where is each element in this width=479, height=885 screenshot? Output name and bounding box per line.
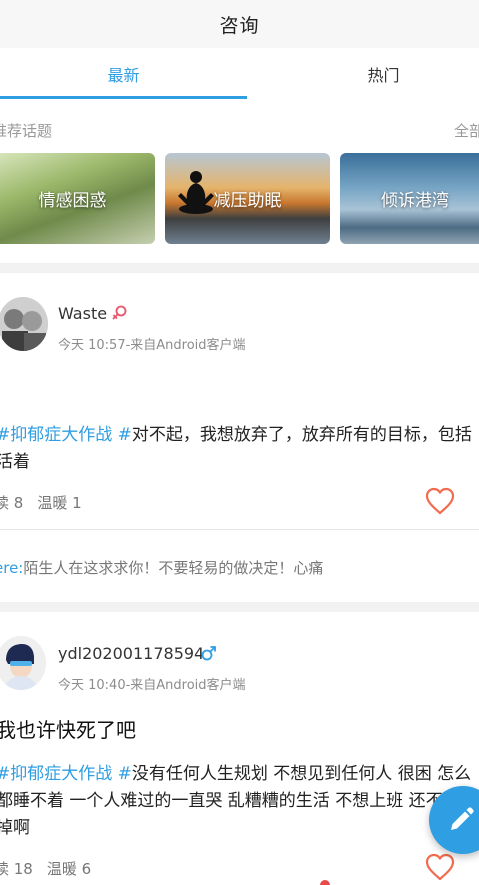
comment-text: 陌生人在这求求你！不要轻易的做决定！心痛 — [23, 559, 324, 577]
post-body[interactable]: #抑郁症大作战 #没有任何人生规划 不想见到任何人 很困 怎么都睡不着 一个人难… — [0, 761, 479, 842]
read-count: 读 18 — [0, 860, 33, 878]
post-meta: 今天 10:40-来自Android客户端 — [58, 678, 246, 693]
topic-label: 减压助眠 — [213, 191, 282, 211]
tab-hot[interactable]: 热门 — [260, 48, 479, 100]
read-count: 读 8 — [0, 494, 24, 512]
warm-count: 温暖 1 — [37, 494, 82, 512]
avatar[interactable] — [0, 297, 48, 351]
meditation-figure-icon — [178, 171, 214, 214]
post-meta: 今天 10:57-来自Android客户端 — [58, 338, 246, 353]
section-title: 推荐话题 — [0, 122, 53, 140]
cartoon-avatar-icon — [0, 636, 46, 690]
comment-preview[interactable]: ere:陌生人在这求求你！不要轻易的做决定！心痛 — [0, 557, 323, 578]
section-separator — [0, 602, 479, 612]
topic-label: 倾诉港湾 — [381, 191, 449, 211]
topic-card-sleep[interactable]: 减压助眠 — [165, 153, 330, 244]
post-hashtag[interactable]: #抑郁症大作战 # — [0, 425, 132, 445]
consult-page: 咨询 最新 热门 推荐话题 全部 情感困惑 减压助眠 倾诉港湾 Waste — [0, 0, 479, 885]
section-separator — [0, 263, 479, 273]
pencil-icon — [451, 807, 474, 830]
post-body[interactable]: #抑郁症大作战 #对不起，我想放弃了，放弃所有的目标，包括活着 — [0, 422, 479, 476]
user-photo-icon — [0, 297, 48, 351]
male-symbol-icon — [201, 646, 216, 661]
page-title: 咨询 — [219, 14, 260, 37]
see-all-link[interactable]: 全部 — [454, 120, 479, 141]
divider — [0, 529, 479, 530]
tab-latest[interactable]: 最新 — [0, 48, 247, 100]
post-headline[interactable]: 我也许快死了吧 — [0, 714, 136, 743]
top-bar: 咨询 — [0, 0, 479, 48]
active-tab-indicator — [0, 96, 247, 99]
avatar[interactable] — [0, 636, 46, 690]
topic-card-emotion[interactable]: 情感困惑 — [0, 153, 155, 244]
post-username[interactable]: Waste — [58, 304, 107, 323]
post-username[interactable]: ydl202001178594 — [58, 644, 204, 663]
feed-tabs: 最新 热门 — [0, 48, 479, 100]
comment-author[interactable]: ere: — [0, 559, 23, 577]
notification-dot — [320, 880, 330, 885]
topic-card-vent[interactable]: 倾诉港湾 — [340, 153, 479, 244]
post-stats: 读 8 温暖 1 — [0, 492, 96, 513]
heart-icon[interactable] — [424, 852, 456, 882]
post-stats: 读 18 温暖 6 — [0, 858, 105, 879]
female-symbol-icon — [112, 305, 127, 320]
warm-count: 温暖 6 — [46, 860, 92, 878]
post-hashtag[interactable]: #抑郁症大作战 # — [0, 764, 132, 784]
recommended-topics-header: 推荐话题 全部 — [0, 112, 479, 146]
heart-icon[interactable] — [424, 486, 456, 516]
topic-label: 情感困惑 — [38, 191, 107, 211]
